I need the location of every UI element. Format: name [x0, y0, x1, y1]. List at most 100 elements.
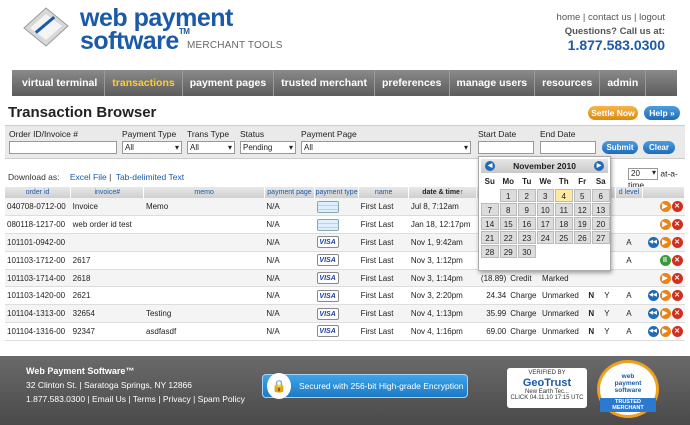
- order-id-cell[interactable]: 101104-1313-00: [5, 304, 71, 324]
- calendar-day[interactable]: 4: [555, 189, 573, 202]
- calendar-day[interactable]: 8: [499, 203, 517, 216]
- process-icon[interactable]: ▶: [659, 201, 671, 213]
- process-icon[interactable]: ▶: [659, 308, 671, 320]
- col-order-id[interactable]: order id: [5, 187, 72, 198]
- calendar-day[interactable]: 30: [518, 245, 536, 258]
- calendar-day[interactable]: 22: [499, 231, 517, 244]
- calendar-day[interactable]: 13: [592, 203, 610, 216]
- geotrust-seal[interactable]: VERIFIED BY GeoTrust New Earth Tec... CL…: [507, 368, 587, 408]
- col-memo[interactable]: memo: [143, 187, 265, 198]
- order-id-cell[interactable]: 101103-1714-00: [5, 269, 71, 288]
- calendar-day[interactable]: 24: [536, 231, 554, 244]
- order-id-input[interactable]: [9, 141, 117, 154]
- order-id-cell[interactable]: 040708-0712-00: [5, 198, 71, 217]
- logout-link[interactable]: logout: [639, 12, 665, 23]
- tab-delimited-link[interactable]: Tab-delimited Text: [116, 172, 184, 182]
- nav-transactions[interactable]: transactions: [105, 70, 183, 96]
- col-name[interactable]: name: [358, 187, 410, 198]
- calendar-day[interactable]: 29: [499, 245, 517, 258]
- calendar-day[interactable]: 3: [536, 189, 554, 202]
- nav-preferences[interactable]: preferences: [375, 70, 450, 96]
- delete-icon[interactable]: ✕: [671, 254, 683, 266]
- start-date-input[interactable]: [478, 141, 534, 154]
- calendar-day[interactable]: 12: [573, 203, 591, 216]
- prev-month-icon[interactable]: ◀: [485, 161, 495, 171]
- calendar-day[interactable]: 28: [481, 245, 499, 258]
- calendar-day[interactable]: 2: [518, 189, 536, 202]
- per-page-select[interactable]: 20: [628, 168, 658, 180]
- calendar-day[interactable]: 16: [518, 217, 536, 230]
- contact-link[interactable]: contact us: [588, 12, 631, 23]
- col-level[interactable]: d level: [615, 187, 644, 198]
- process-icon[interactable]: ▶: [659, 272, 671, 284]
- delete-icon[interactable]: ✕: [671, 272, 683, 284]
- calendar-day[interactable]: 15: [499, 217, 517, 230]
- delete-icon[interactable]: ✕: [671, 219, 683, 231]
- table-row[interactable]: 101104-1313-00 32654 Testing N/A VISA First L…: [5, 304, 685, 324]
- nav-virtual-terminal[interactable]: virtual terminal: [12, 70, 106, 96]
- payment-page-select[interactable]: All: [301, 141, 471, 154]
- table-row[interactable]: 101104-1316-00 92347 asdfasdf N/A VISA First …: [5, 322, 685, 341]
- col-payment-page[interactable]: payment page: [264, 187, 316, 198]
- process-icon[interactable]: ▶: [659, 290, 671, 302]
- calendar-day[interactable]: 14: [481, 217, 499, 230]
- submit-button[interactable]: Submit: [602, 141, 638, 154]
- refund-icon[interactable]: ◀◀: [647, 308, 659, 320]
- next-month-icon[interactable]: ▶: [594, 161, 604, 171]
- nav-admin[interactable]: admin: [600, 70, 647, 96]
- status-select[interactable]: Pending: [240, 141, 296, 154]
- nav-payment-pages[interactable]: payment pages: [183, 70, 275, 96]
- home-link[interactable]: home: [557, 12, 581, 23]
- calendar-day[interactable]: 25: [555, 231, 573, 244]
- table-row[interactable]: 101103-1714-00 2618 N/A VISA First Last Nov 3…: [5, 269, 685, 288]
- trans-type-select[interactable]: All: [187, 141, 235, 154]
- hold-icon[interactable]: II: [659, 254, 671, 266]
- refund-icon[interactable]: ◀◀: [647, 325, 659, 337]
- calendar-day[interactable]: 5: [573, 189, 591, 202]
- calendar-day[interactable]: 6: [592, 189, 610, 202]
- calendar-day[interactable]: 1: [499, 189, 517, 202]
- process-icon[interactable]: ▶: [659, 236, 671, 248]
- refund-icon[interactable]: ◀◀: [647, 290, 659, 302]
- order-id-cell[interactable]: 101101-0942-00: [5, 233, 71, 252]
- calendar-day[interactable]: 20: [592, 217, 610, 230]
- col-invoice[interactable]: invoice#: [70, 187, 145, 198]
- nav-manage-users[interactable]: manage users: [450, 70, 536, 96]
- refund-icon[interactable]: ◀◀: [647, 236, 659, 248]
- delete-icon[interactable]: ✕: [671, 290, 683, 302]
- secure-badge[interactable]: 🔒 Secured with 256-bit High-grade Encryp…: [262, 373, 468, 399]
- end-date-input[interactable]: [540, 141, 596, 154]
- calendar-day[interactable]: 27: [592, 231, 610, 244]
- settle-now-button[interactable]: Settle Now: [588, 106, 638, 120]
- order-id-cell[interactable]: 101103-1420-00: [5, 286, 71, 306]
- footer-links[interactable]: 1.877.583.0300 | Email Us | Terms | Priv…: [26, 394, 245, 404]
- calendar-day[interactable]: 23: [518, 231, 536, 244]
- order-id-cell[interactable]: 101104-1316-00: [5, 322, 71, 341]
- delete-icon[interactable]: ✕: [671, 325, 683, 337]
- clear-button[interactable]: Clear: [643, 141, 675, 154]
- calendar-day[interactable]: 7: [481, 203, 499, 216]
- calendar-day[interactable]: 21: [481, 231, 499, 244]
- table-row[interactable]: 101103-1420-00 2621 N/A VISA First Last Nov 3…: [5, 286, 685, 306]
- order-id-cell[interactable]: 080118-1217-00: [5, 215, 71, 235]
- help-button[interactable]: Help »: [644, 106, 680, 120]
- process-icon[interactable]: ▶: [659, 219, 671, 231]
- calendar-day[interactable]: 26: [573, 231, 591, 244]
- calendar-day[interactable]: 9: [518, 203, 536, 216]
- payment-type-select[interactable]: All: [122, 141, 182, 154]
- process-icon[interactable]: ▶: [659, 325, 671, 337]
- delete-icon[interactable]: ✕: [671, 236, 683, 248]
- excel-link[interactable]: Excel File: [70, 172, 107, 182]
- calendar-day[interactable]: 10: [536, 203, 554, 216]
- nav-trusted-merchant[interactable]: trusted merchant: [274, 70, 375, 96]
- calendar-day[interactable]: 18: [555, 217, 573, 230]
- delete-icon[interactable]: ✕: [671, 201, 683, 213]
- order-id-cell[interactable]: 101103-1712-00: [5, 251, 71, 270]
- nav-resources[interactable]: resources: [535, 70, 601, 96]
- calendar-day[interactable]: 19: [573, 217, 591, 230]
- col-date-time[interactable]: date & time↑: [408, 187, 478, 198]
- trusted-merchant-seal[interactable]: web payment software TRUSTED MERCHANT: [597, 360, 659, 418]
- calendar-day[interactable]: 17: [536, 217, 554, 230]
- delete-icon[interactable]: ✕: [671, 308, 683, 320]
- col-payment-type[interactable]: payment type: [314, 187, 360, 198]
